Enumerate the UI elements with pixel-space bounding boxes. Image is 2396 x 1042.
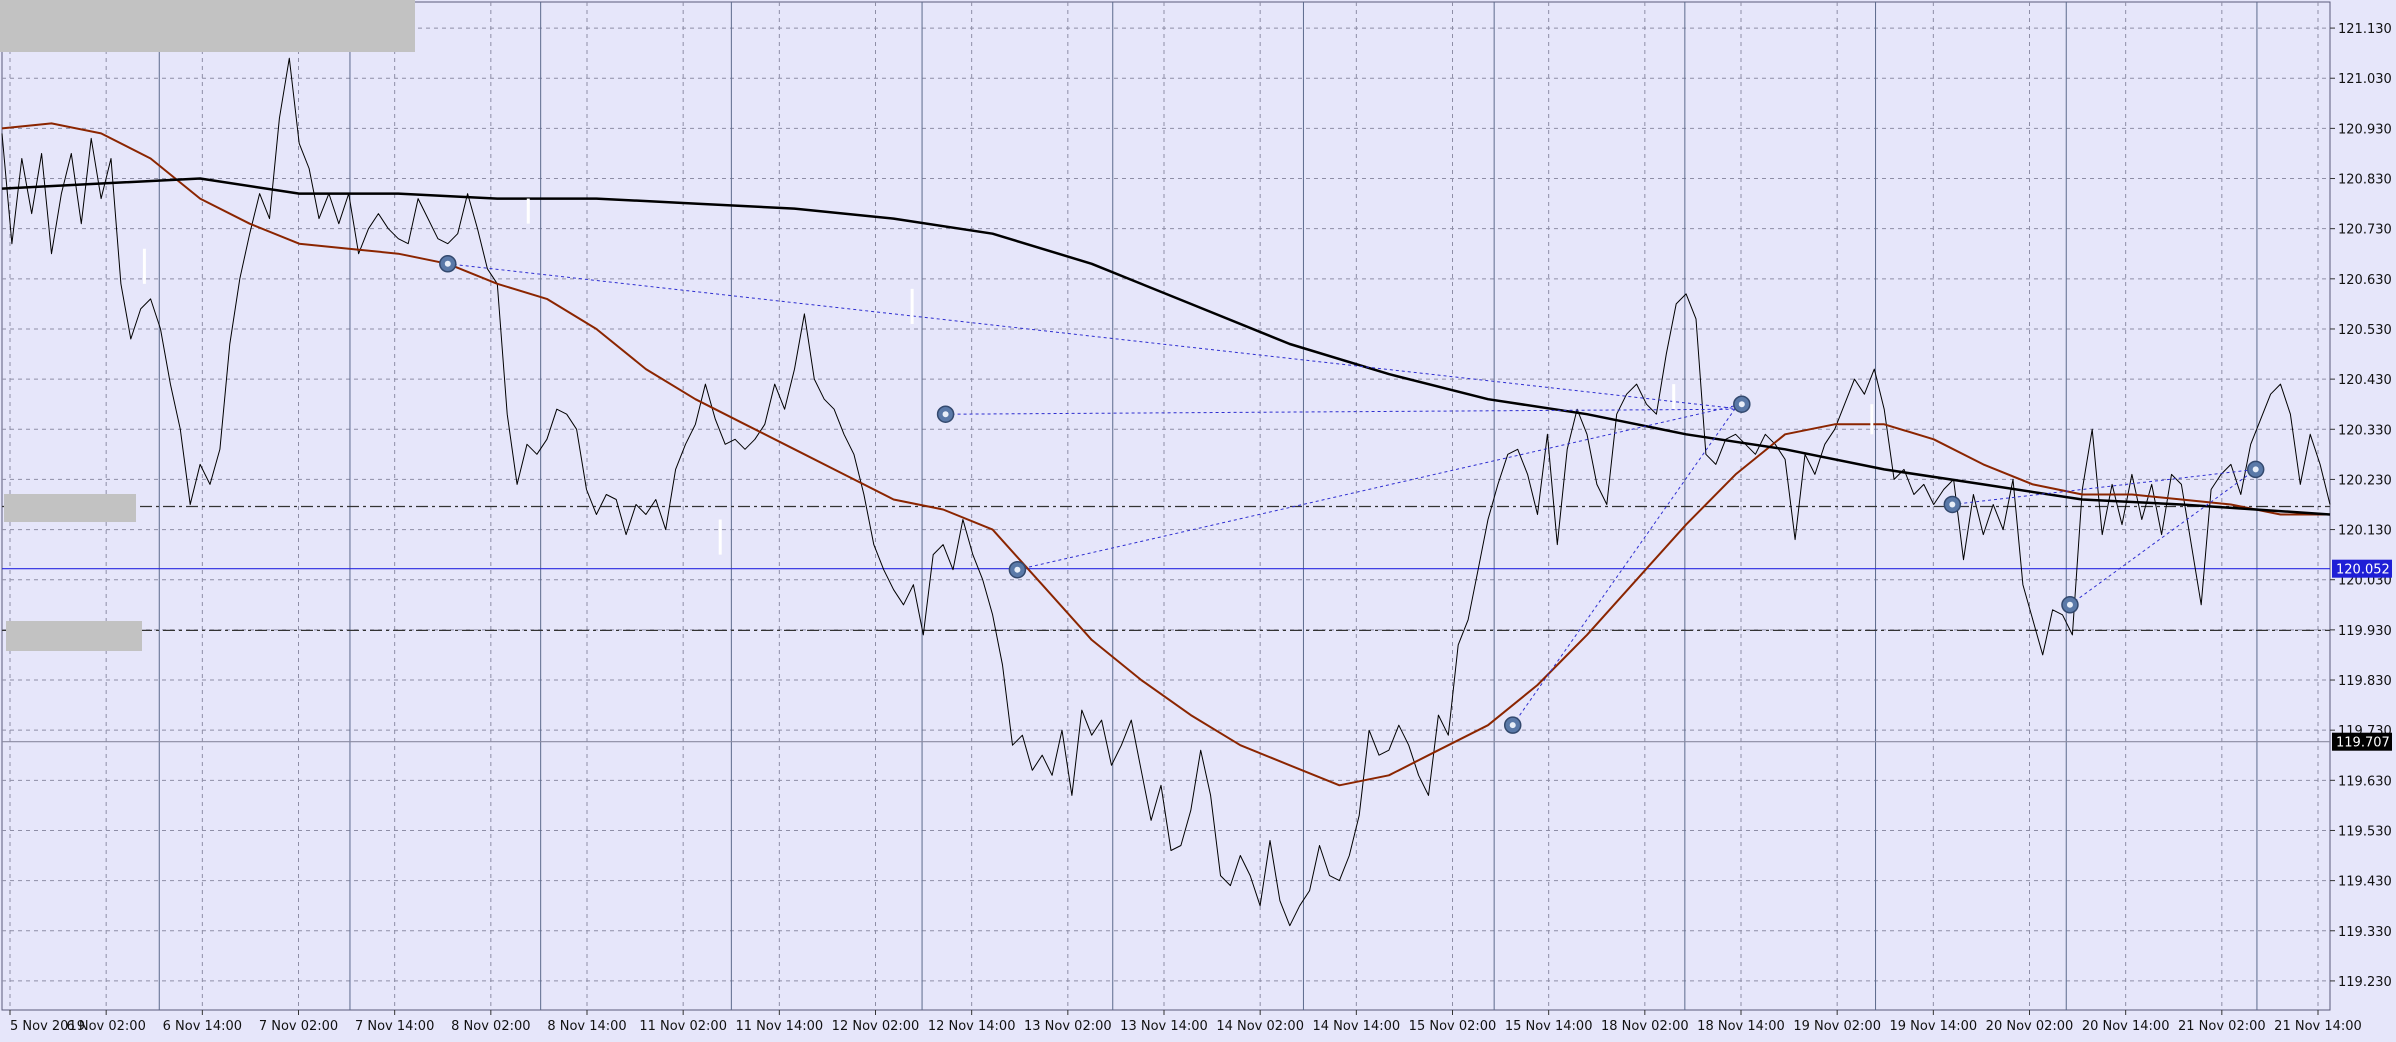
time-tick-label: 20 Nov 14:00: [2082, 1019, 2170, 1034]
markers: [439, 255, 2265, 734]
trend-line: [447, 263, 1742, 410]
time-tick-label: 18 Nov 14:00: [1697, 1019, 1785, 1034]
price-tick-label: 121.130: [2338, 22, 2392, 37]
price-tick-label: 120.730: [2338, 223, 2392, 238]
price-tick-label: 119.530: [2338, 824, 2392, 839]
time-tick-label: 14 Nov 14:00: [1313, 1019, 1401, 1034]
price-tick-label: 120.230: [2338, 473, 2392, 488]
time-tick-label: 15 Nov 14:00: [1505, 1019, 1593, 1034]
time-tick-label: 7 Nov 02:00: [259, 1019, 338, 1034]
series-lines: [1, 57, 2331, 927]
price-tick-label: 119.230: [2338, 975, 2392, 990]
time-tick-label: 21 Nov 02:00: [2178, 1019, 2266, 1034]
marker-inner: [1509, 722, 1516, 729]
marker-inner: [444, 260, 451, 267]
time-tick-label: 7 Nov 14:00: [355, 1019, 434, 1034]
price-tick-label: 119.630: [2338, 774, 2392, 789]
series-line-1: [1, 122, 2330, 787]
time-tick-label: 21 Nov 14:00: [2274, 1019, 2362, 1034]
overlay-box-low: [6, 621, 142, 651]
price-tick-label: 120.330: [2338, 423, 2392, 438]
time-tick-label: 11 Nov 02:00: [639, 1019, 727, 1034]
series-line-0: [1, 57, 2331, 927]
time-tick-label: 12 Nov 14:00: [928, 1019, 1016, 1034]
price-label: 119.707: [2336, 736, 2390, 751]
marker-inner: [942, 411, 949, 418]
chart-canvas[interactable]: 121.130 121.030 120.930 120.830 120.730 120.6…: [0, 0, 2396, 1038]
price-tick-label: 119.330: [2338, 925, 2392, 940]
time-tick-label: 6 Nov 02:00: [66, 1019, 145, 1034]
overlay-box-top: [0, 0, 415, 52]
time-tick-label: 8 Nov 02:00: [451, 1019, 530, 1034]
time-tick-label: 20 Nov 02:00: [1986, 1019, 2074, 1034]
time-tick-label: 14 Nov 02:00: [1216, 1019, 1304, 1034]
price-tick-label: 121.030: [2338, 72, 2392, 87]
price-tick-label: 119.930: [2338, 624, 2392, 639]
marker-inner: [1738, 401, 1745, 408]
time-tick-label: 13 Nov 14:00: [1120, 1019, 1208, 1034]
price-label: 120.052: [2336, 563, 2390, 578]
price-tick-label: 120.530: [2338, 323, 2392, 338]
marker-inner: [2252, 466, 2259, 473]
price-tick-label: 120.430: [2338, 373, 2392, 388]
price-tick-label: 120.930: [2338, 122, 2392, 137]
marker-inner: [1949, 501, 1956, 508]
time-tick-label: 12 Nov 02:00: [832, 1019, 920, 1034]
trend-line: [945, 408, 1742, 415]
horizontal-lines: [2, 505, 2330, 743]
price-tick-label: 120.130: [2338, 524, 2392, 539]
time-tick-label: 11 Nov 14:00: [736, 1019, 824, 1034]
time-tick-label: 19 Nov 14:00: [1890, 1019, 1978, 1034]
price-tick-label: 120.830: [2338, 173, 2392, 188]
time-tick-label: 15 Nov 02:00: [1409, 1019, 1497, 1034]
time-tick-label: 13 Nov 02:00: [1024, 1019, 1112, 1034]
marker-inner: [2066, 601, 2073, 608]
time-tick-label: 18 Nov 02:00: [1601, 1019, 1689, 1034]
price-tick-label: 119.830: [2338, 674, 2392, 689]
price-tick-label: 120.630: [2338, 273, 2392, 288]
price-chart[interactable]: 121.130 121.030 120.930 120.830 120.730 120.6…: [0, 0, 2396, 1038]
trend-lines: [142, 198, 2256, 726]
time-tick-label: 8 Nov 14:00: [547, 1019, 626, 1034]
overlay-box-mid: [4, 494, 136, 522]
time-tick-label: 6 Nov 14:00: [163, 1019, 242, 1034]
time-tick-label: 19 Nov 02:00: [1793, 1019, 1881, 1034]
price-tick-label: 119.430: [2338, 875, 2392, 890]
marker-inner: [1014, 566, 1021, 573]
